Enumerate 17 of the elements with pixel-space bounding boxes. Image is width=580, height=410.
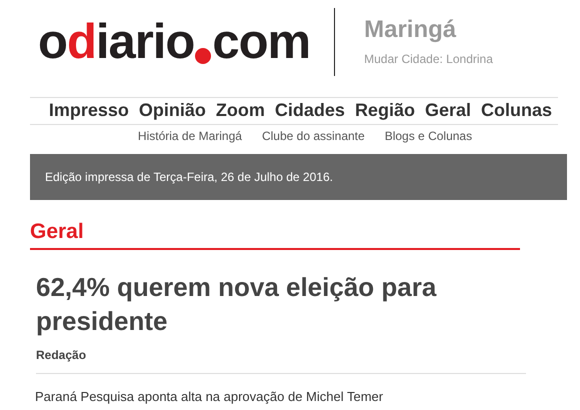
nav-link[interactable]: Colunas <box>480 100 552 121</box>
subnav-link[interactable]: Blogs e Colunas <box>384 129 472 149</box>
nav-link[interactable]: Impresso <box>48 100 129 121</box>
subnav-link[interactable]: História de Maringá <box>138 129 242 149</box>
nav-link[interactable]: Cidades <box>274 100 345 121</box>
article-lead: Paraná Pesquisa aponta alta na aprovação de Michel Temer <box>35 389 384 404</box>
site-logo[interactable]: odiario com <box>38 18 310 67</box>
edition-banner: Edição impressa de Terça-Feira, 26 de Julho de 2016. <box>30 154 567 200</box>
city-name: Maringá <box>364 16 458 44</box>
article-author: Redação <box>36 348 88 362</box>
nav-link[interactable]: Região <box>354 100 415 121</box>
section-title: Geral <box>30 220 85 244</box>
nav-link[interactable]: Geral <box>424 100 471 121</box>
subnav-link[interactable]: Clube do assinante <box>262 129 365 149</box>
article-headline: 62,4% querem nova eleição para presidente <box>36 271 438 338</box>
nav-link[interactable]: Zoom <box>216 100 265 121</box>
nav-link[interactable]: Opinião <box>138 100 206 121</box>
